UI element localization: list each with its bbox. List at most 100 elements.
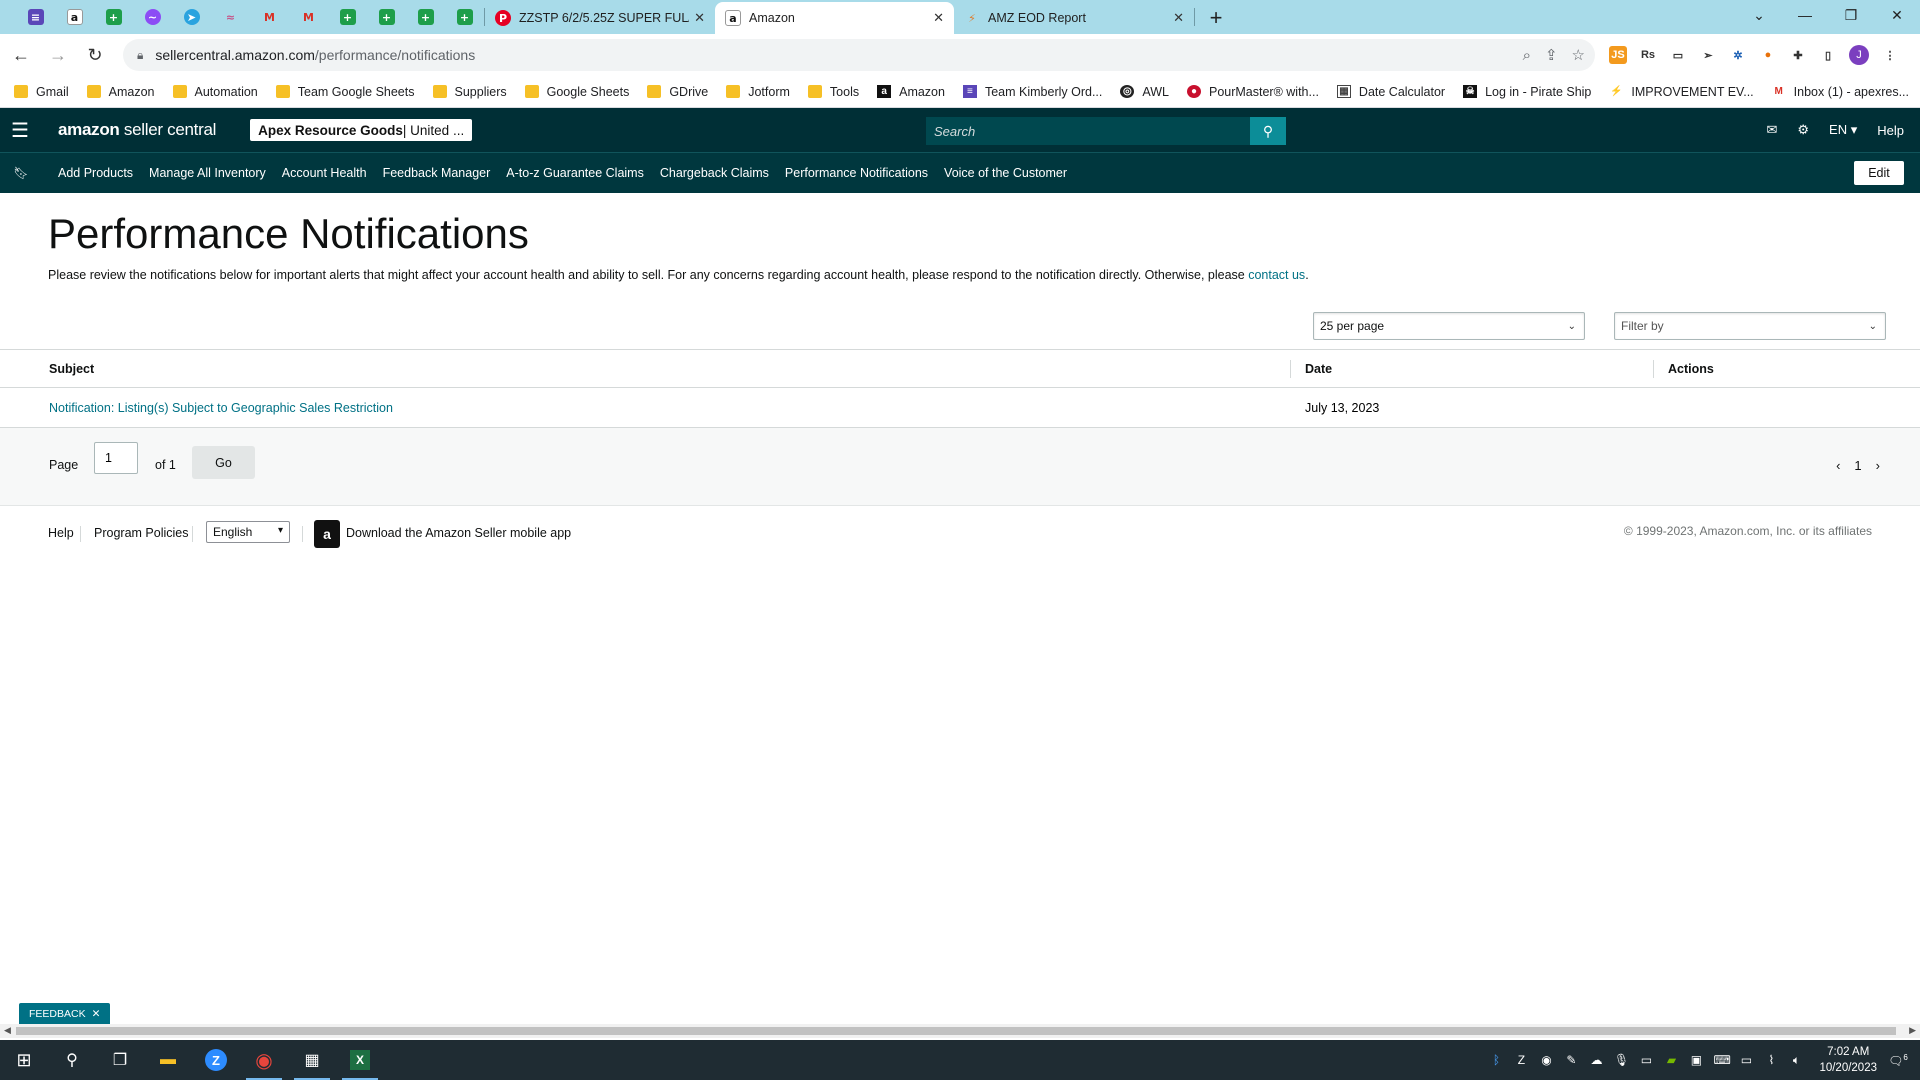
bookmark-jotform[interactable]: Jotform bbox=[726, 85, 790, 99]
tab-amz-eod-report[interactable]: ⚡ AMZ EOD Report ✕ bbox=[954, 2, 1194, 34]
pinned-tab-sheets-3[interactable]: + bbox=[367, 0, 406, 34]
column-date[interactable]: Date bbox=[1305, 362, 1332, 376]
pinned-tab-gmail-2[interactable]: M bbox=[289, 0, 328, 34]
bookmark-team-google-sheets[interactable]: Team Google Sheets bbox=[275, 85, 415, 99]
scroll-left-icon[interactable]: ◀ bbox=[4, 1025, 11, 1036]
orange-extension-icon[interactable]: ● bbox=[1759, 46, 1777, 64]
monitor-icon[interactable]: ▭ bbox=[1638, 1053, 1654, 1067]
file-explorer-button[interactable]: ▬ bbox=[144, 1040, 192, 1080]
bluetooth-icon[interactable]: ᛒ bbox=[1488, 1053, 1504, 1067]
clock[interactable]: 7:02 AM 10/20/2023 bbox=[1819, 1044, 1877, 1076]
go-button[interactable]: Go bbox=[192, 446, 255, 479]
zoom-icon[interactable]: ⌕ bbox=[1523, 47, 1531, 64]
pen-icon[interactable]: ✎ bbox=[1563, 1053, 1579, 1067]
chrome-tray-icon[interactable]: ◉ bbox=[1538, 1053, 1554, 1067]
bookmark-star-icon[interactable]: ☆ bbox=[1572, 46, 1585, 64]
puzzle-icon[interactable]: ✚ bbox=[1789, 46, 1807, 64]
language-selector[interactable]: EN ▾ bbox=[1829, 122, 1857, 138]
nav-manage-all-inventory[interactable]: Manage All Inventory bbox=[149, 166, 266, 180]
nav-feedback-manager[interactable]: Feedback Manager bbox=[383, 166, 491, 180]
column-subject[interactable]: Subject bbox=[49, 362, 94, 376]
nav-account-health[interactable]: Account Health bbox=[282, 166, 367, 180]
bookmark-amazon[interactable]: a Amazon bbox=[877, 85, 945, 99]
pinned-tab-sheets-2[interactable]: + bbox=[328, 0, 367, 34]
bookmark-pirate-ship[interactable]: ☠ Log in - Pirate Ship bbox=[1463, 85, 1591, 99]
back-button[interactable]: ← bbox=[5, 39, 37, 71]
bookmark-awl[interactable]: ◎ AWL bbox=[1120, 85, 1169, 99]
pinned-tab-app[interactable]: ≈ bbox=[211, 0, 250, 34]
program-policies-link[interactable]: Program Policies bbox=[94, 526, 188, 540]
nav-voice-of-the-customer[interactable]: Voice of the Customer bbox=[944, 166, 1067, 180]
task-view-button[interactable]: ❐ bbox=[96, 1040, 144, 1080]
notifications-icon[interactable]: 🗨︎6 bbox=[1886, 1053, 1910, 1068]
nav-chargeback-claims[interactable]: Chargeback Claims bbox=[660, 166, 769, 180]
pinned-tab-messenger[interactable]: ~ bbox=[133, 0, 172, 34]
bookmark-amazon-folder[interactable]: Amazon bbox=[86, 85, 155, 99]
battery-icon[interactable]: ▭ bbox=[1738, 1053, 1754, 1067]
seller-app-icon[interactable]: a bbox=[314, 520, 340, 548]
bookmark-google-sheets[interactable]: Google Sheets bbox=[524, 85, 629, 99]
hamburger-menu-icon[interactable]: ☰ bbox=[0, 108, 40, 152]
arrow-extension-icon[interactable]: ➢ bbox=[1699, 46, 1717, 64]
display-icon[interactable]: ▣ bbox=[1688, 1053, 1704, 1067]
nav-a-to-z-claims[interactable]: A-to-z Guarantee Claims bbox=[506, 166, 644, 180]
language-icon[interactable]: ⌨ bbox=[1713, 1053, 1730, 1067]
close-window-button[interactable]: ✕ bbox=[1874, 0, 1920, 30]
pinned-tab-forms[interactable]: ≡ bbox=[16, 0, 55, 34]
bookmark-date-calculator[interactable]: ▦ Date Calculator bbox=[1336, 85, 1445, 99]
bookmark-improvement[interactable]: ⚡ IMPROVEMENT EV... bbox=[1609, 85, 1754, 99]
wifi-icon[interactable]: ⌇ bbox=[1763, 1053, 1779, 1067]
bookmark-suppliers[interactable]: Suppliers bbox=[432, 85, 507, 99]
filter-select[interactable]: Filter by ⌄ bbox=[1614, 312, 1886, 340]
search-taskbar-button[interactable]: ⚲ bbox=[48, 1040, 96, 1080]
bookmark-inbox[interactable]: M Inbox (1) - apexres... bbox=[1772, 85, 1909, 99]
onedrive-icon[interactable]: ☁ bbox=[1588, 1053, 1604, 1067]
bookmark-icon[interactable]: 🔖︎ bbox=[0, 166, 42, 180]
js-extension-icon[interactable]: JS bbox=[1609, 46, 1627, 64]
store-switcher[interactable]: Apex Resource Goods | United ... bbox=[250, 119, 473, 141]
zoom-tray-icon[interactable]: Z bbox=[1513, 1053, 1529, 1067]
excel-button[interactable]: X bbox=[336, 1040, 384, 1080]
close-icon[interactable]: ✕ bbox=[694, 10, 705, 26]
nvidia-icon[interactable]: ▰ bbox=[1663, 1053, 1679, 1067]
scrollbar-thumb[interactable] bbox=[16, 1027, 1896, 1035]
chrome-button[interactable]: ◉ bbox=[240, 1040, 288, 1080]
horizontal-scrollbar[interactable]: ◀ ▶ bbox=[0, 1024, 1920, 1038]
new-tab-button[interactable]: + bbox=[1201, 2, 1231, 34]
pinned-tab-amazon[interactable]: a bbox=[55, 0, 94, 34]
forward-button[interactable]: → bbox=[42, 39, 74, 71]
pinned-tab-sheets-5[interactable]: + bbox=[445, 0, 484, 34]
feedback-button[interactable]: FEEDBACK ✕ bbox=[19, 1003, 111, 1024]
off-extension-icon[interactable]: ▭ bbox=[1669, 46, 1687, 64]
maximize-button[interactable]: ❐ bbox=[1828, 0, 1874, 30]
edit-button[interactable]: Edit bbox=[1854, 161, 1904, 185]
lock-icon[interactable]: 🔒︎ bbox=[137, 48, 143, 63]
search-button[interactable]: ⚲ bbox=[1250, 117, 1286, 145]
help-link[interactable]: Help bbox=[1877, 123, 1904, 138]
calculator-button[interactable]: ▦ bbox=[288, 1040, 336, 1080]
gear-icon[interactable]: ⚙ bbox=[1797, 122, 1809, 138]
search-input[interactable] bbox=[926, 117, 1250, 145]
volume-icon[interactable]: 🔈︎ bbox=[1788, 1053, 1804, 1068]
start-button[interactable]: ⊞ bbox=[0, 1040, 48, 1080]
page-number-input[interactable] bbox=[94, 442, 138, 474]
footer-language-select[interactable]: English ▾ bbox=[206, 521, 290, 543]
mic-icon[interactable]: 🎙︎ bbox=[1613, 1053, 1629, 1067]
footer-help-link[interactable]: Help bbox=[48, 526, 74, 540]
address-bar[interactable]: 🔒︎ sellercentral.amazon.com/performance/… bbox=[123, 39, 1595, 71]
rs-extension-icon[interactable]: Rs bbox=[1639, 46, 1657, 64]
tab-pinterest[interactable]: P ZZSTP 6/2/5.25Z SUPER FUL/IN ✕ bbox=[485, 2, 715, 34]
bookmark-pourmaster[interactable]: ● PourMaster® with... bbox=[1186, 85, 1319, 99]
scroll-right-icon[interactable]: ▶ bbox=[1909, 1025, 1916, 1036]
zoom-app-button[interactable]: Z bbox=[192, 1040, 240, 1080]
chevron-left-icon[interactable]: ‹ bbox=[1836, 458, 1840, 473]
reload-button[interactable]: ↻ bbox=[79, 39, 111, 71]
current-page[interactable]: 1 bbox=[1854, 458, 1861, 473]
mail-icon[interactable]: ✉ bbox=[1766, 122, 1777, 138]
pinned-tab-sheets-1[interactable]: + bbox=[94, 0, 133, 34]
per-page-select[interactable]: 25 per page ⌄ bbox=[1313, 312, 1585, 340]
tab-amazon[interactable]: a Amazon ✕ bbox=[715, 2, 954, 34]
close-icon[interactable]: ✕ bbox=[933, 10, 944, 26]
compass-extension-icon[interactable]: ✲ bbox=[1729, 46, 1747, 64]
nav-add-products[interactable]: Add Products bbox=[58, 166, 133, 180]
